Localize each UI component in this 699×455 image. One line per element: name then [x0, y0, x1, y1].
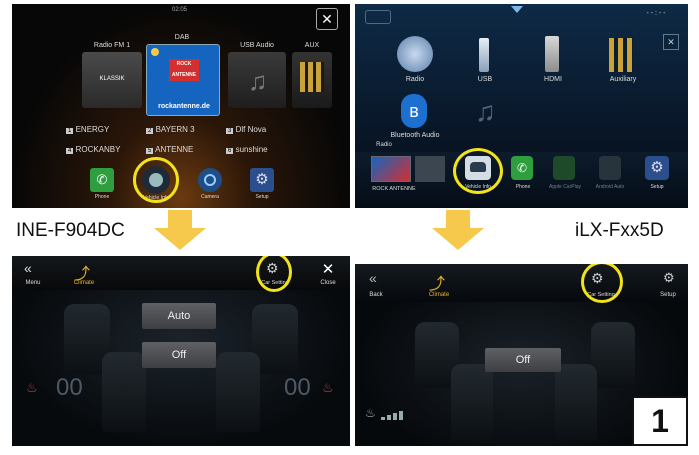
camera-dock-icon[interactable] [198, 168, 222, 192]
dock-label-phone: Phone [515, 184, 531, 190]
dock-label-setup: Setup [650, 184, 664, 190]
step-number-badge: 1 [632, 396, 688, 446]
gear-icon[interactable]: ⚙ [663, 270, 675, 286]
pull-down-handle-icon[interactable] [511, 6, 523, 13]
temperature-left: 00 [56, 374, 83, 401]
source-label-hdmi: HDMI [544, 76, 562, 83]
android-auto-dock-icon[interactable] [599, 156, 621, 180]
hdmi-icon[interactable] [545, 36, 559, 72]
top-bar [355, 264, 688, 302]
ine-climate-screen: « Menu ⤴ Climate ⚙ Car Setting ✕ Close A… [12, 256, 350, 446]
aux-tile[interactable] [292, 52, 332, 108]
ilx-home-screen: - - : - - ✕ Radio USB HDMI Auxiliary ʙ B… [355, 4, 688, 208]
dock-label-apple-carplay: Apple CarPlay [549, 184, 581, 190]
dock-label-setup: Setup [255, 194, 269, 200]
seat-front-right [555, 364, 597, 440]
preset-item[interactable]: 6 sunshine [226, 145, 268, 154]
menu-label: Menu [25, 280, 41, 286]
close-button[interactable]: ✕ [316, 8, 338, 30]
climate-icon[interactable]: ⤴ [429, 270, 445, 294]
now-playing-thumbnail[interactable] [415, 156, 445, 182]
close-icon[interactable]: ✕ [318, 260, 338, 280]
chevron-left-icon[interactable]: « [369, 270, 377, 286]
back-label: Back [369, 292, 383, 298]
down-arrow-icon [154, 210, 206, 250]
seat-heater-icon[interactable]: ♨ [365, 406, 376, 420]
radio-source-tile[interactable]: KLASSIK [82, 52, 142, 108]
now-playing-source-label: Radio [376, 142, 392, 148]
status-bar-button[interactable] [365, 10, 391, 24]
dab-url: rockantenne.de [158, 103, 210, 110]
bluetooth-icon[interactable]: ʙ [401, 94, 427, 128]
source-label-auxiliary: Auxiliary [609, 76, 637, 83]
rca-cable-icon[interactable] [609, 38, 633, 72]
setup-label: Setup [660, 292, 676, 298]
source-label-aux: AUX [304, 42, 320, 49]
rca-cable-icon [300, 62, 324, 92]
preset-list: 1 ENERGY 2 BAYERN 3 3 Dlf Nova 4 ROCKANB… [66, 125, 326, 161]
highlight-ring-vehicle-info [133, 157, 179, 203]
model-label-right: iLX-Fxx5D [575, 219, 664, 243]
chevron-left-icon[interactable]: « [24, 260, 32, 276]
now-playing-station: ROCK ANTENNE [372, 186, 416, 192]
preset-item[interactable]: 1 ENERGY [66, 125, 109, 134]
source-label-bluetooth-audio: Bluetooth Audio [390, 132, 440, 139]
preset-item[interactable]: 3 Dlf Nova [226, 125, 266, 134]
climate-tab[interactable]: Climate [421, 292, 457, 298]
auto-button[interactable]: Auto [142, 303, 216, 329]
phone-dock-icon[interactable]: ✆ [90, 168, 114, 192]
play-icon [151, 48, 159, 56]
top-bar [12, 256, 350, 290]
seat-heater-left-icon[interactable]: ♨ [26, 380, 38, 396]
seat-front-left [102, 352, 146, 432]
source-label-usb: USB [477, 76, 493, 83]
seat-rear-right [591, 322, 635, 388]
radio-tile-text: KLASSIK [99, 76, 125, 82]
usb-icon[interactable] [479, 38, 489, 72]
apple-carplay-dock-icon[interactable] [553, 156, 575, 180]
highlight-ring-vehicle-info [453, 148, 503, 194]
now-playing-artwork[interactable] [371, 156, 411, 182]
signal-indicator-icon: - - : - - [646, 10, 666, 17]
off-button[interactable]: Off [142, 342, 216, 368]
usb-audio-tile[interactable]: ♫ [228, 52, 286, 108]
ine-home-screen: 02:05 ✕ Radio FM 1 DAB USB Audio AUX KLA… [12, 4, 350, 208]
source-label-radio: Radio [405, 76, 425, 83]
setup-dock-icon[interactable]: ⚙ [645, 156, 669, 180]
seat-front-right [216, 352, 260, 432]
music-note-icon: ♫ [475, 96, 496, 127]
down-arrow-icon [432, 210, 484, 250]
dab-source-tile[interactable]: ROCK ANTENNE rockantenne.de [146, 44, 220, 116]
close-button[interactable]: ✕ [663, 34, 679, 50]
music-note-icon: ♫ [248, 66, 268, 96]
preset-item[interactable]: 4 ROCKANBY [66, 145, 120, 154]
source-label-radio: Radio FM 1 [93, 42, 131, 49]
temperature-right: 00 [284, 374, 311, 401]
seat-heater-right-icon[interactable]: ♨ [322, 380, 334, 396]
off-button[interactable]: Off [485, 348, 561, 372]
dock-label-camera: Camera [201, 194, 219, 200]
seat-front-left [451, 364, 493, 440]
dock-label-phone: Phone [94, 194, 110, 200]
source-label-usb: USB Audio [240, 42, 274, 49]
dock-label-android-auto: Android Auto [595, 184, 625, 190]
model-label-left: INE-F904DC [16, 219, 125, 243]
phone-dock-icon[interactable]: ✆ [511, 156, 533, 180]
climate-tab[interactable]: Climate [66, 280, 102, 286]
preset-item[interactable]: 5 ANTENNE [146, 145, 193, 154]
setup-dock-icon[interactable]: ⚙ [250, 168, 274, 192]
rock-antenne-logo: ROCK ANTENNE [169, 59, 199, 81]
radio-icon[interactable] [397, 36, 433, 72]
close-label: Close [320, 280, 336, 286]
clock: 02:05 [172, 7, 188, 13]
heat-level-indicator [381, 410, 405, 420]
preset-item[interactable]: 2 BAYERN 3 [146, 125, 195, 134]
source-label-dab: DAB [174, 34, 190, 41]
